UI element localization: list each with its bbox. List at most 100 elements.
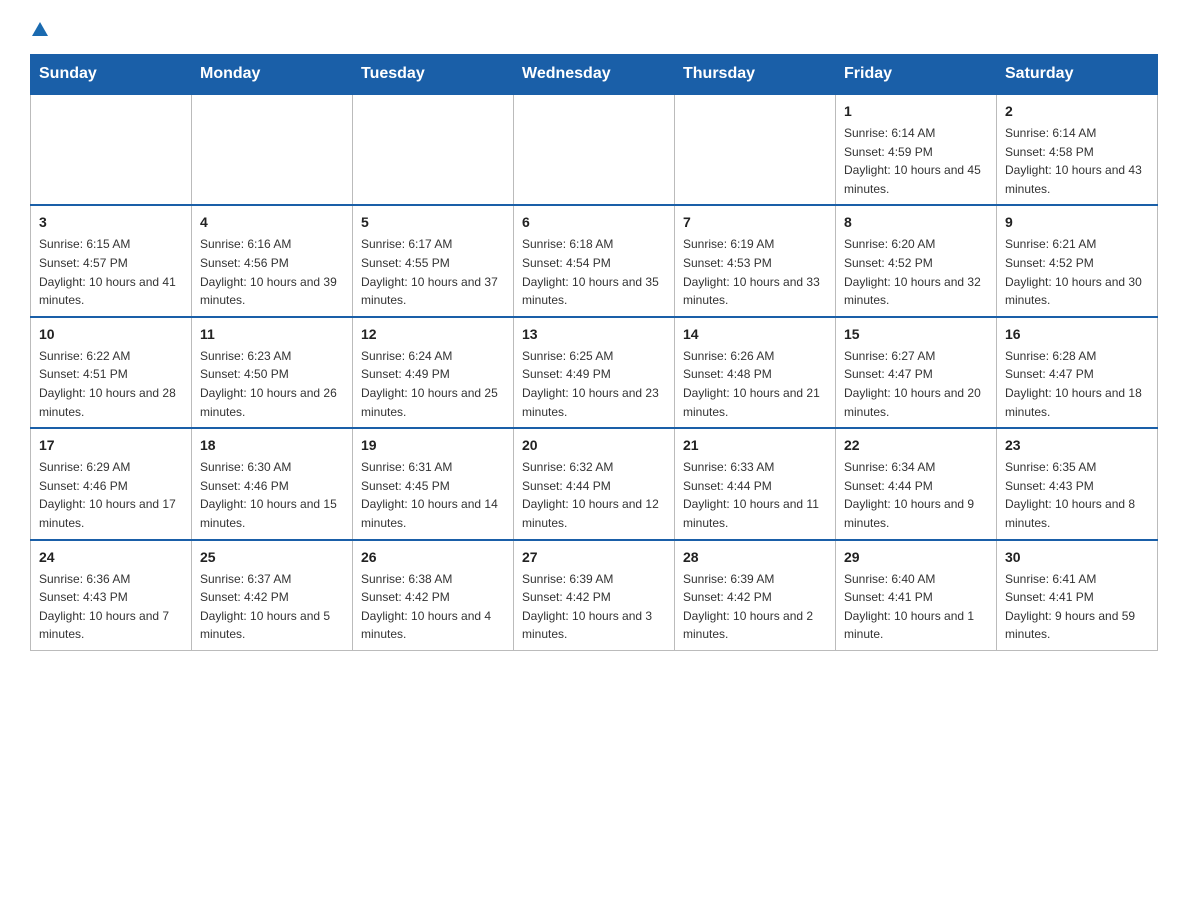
day-info: Sunrise: 6:31 AMSunset: 4:45 PMDaylight:…	[361, 458, 505, 532]
col-thursday: Thursday	[675, 55, 836, 95]
table-row: 24Sunrise: 6:36 AMSunset: 4:43 PMDayligh…	[31, 540, 192, 651]
day-number: 18	[200, 435, 344, 456]
day-number: 15	[844, 324, 988, 345]
day-number: 28	[683, 547, 827, 568]
day-number: 13	[522, 324, 666, 345]
day-info: Sunrise: 6:28 AMSunset: 4:47 PMDaylight:…	[1005, 347, 1149, 421]
calendar-body: 1Sunrise: 6:14 AMSunset: 4:59 PMDaylight…	[31, 94, 1158, 650]
table-row: 2Sunrise: 6:14 AMSunset: 4:58 PMDaylight…	[997, 94, 1158, 205]
table-row: 14Sunrise: 6:26 AMSunset: 4:48 PMDayligh…	[675, 317, 836, 428]
day-info: Sunrise: 6:39 AMSunset: 4:42 PMDaylight:…	[683, 570, 827, 644]
table-row: 6Sunrise: 6:18 AMSunset: 4:54 PMDaylight…	[514, 205, 675, 316]
day-info: Sunrise: 6:37 AMSunset: 4:42 PMDaylight:…	[200, 570, 344, 644]
day-number: 22	[844, 435, 988, 456]
table-row	[31, 94, 192, 205]
table-row: 19Sunrise: 6:31 AMSunset: 4:45 PMDayligh…	[353, 428, 514, 539]
calendar-week-row: 3Sunrise: 6:15 AMSunset: 4:57 PMDaylight…	[31, 205, 1158, 316]
table-row	[675, 94, 836, 205]
day-info: Sunrise: 6:23 AMSunset: 4:50 PMDaylight:…	[200, 347, 344, 421]
table-row: 29Sunrise: 6:40 AMSunset: 4:41 PMDayligh…	[836, 540, 997, 651]
day-number: 14	[683, 324, 827, 345]
day-number: 26	[361, 547, 505, 568]
day-info: Sunrise: 6:25 AMSunset: 4:49 PMDaylight:…	[522, 347, 666, 421]
table-row: 1Sunrise: 6:14 AMSunset: 4:59 PMDaylight…	[836, 94, 997, 205]
day-number: 3	[39, 212, 183, 233]
day-number: 5	[361, 212, 505, 233]
table-row: 4Sunrise: 6:16 AMSunset: 4:56 PMDaylight…	[192, 205, 353, 316]
day-number: 17	[39, 435, 183, 456]
day-info: Sunrise: 6:39 AMSunset: 4:42 PMDaylight:…	[522, 570, 666, 644]
day-number: 25	[200, 547, 344, 568]
table-row: 9Sunrise: 6:21 AMSunset: 4:52 PMDaylight…	[997, 205, 1158, 316]
table-row: 5Sunrise: 6:17 AMSunset: 4:55 PMDaylight…	[353, 205, 514, 316]
table-row: 23Sunrise: 6:35 AMSunset: 4:43 PMDayligh…	[997, 428, 1158, 539]
header-row: Sunday Monday Tuesday Wednesday Thursday…	[31, 55, 1158, 95]
day-number: 11	[200, 324, 344, 345]
day-info: Sunrise: 6:34 AMSunset: 4:44 PMDaylight:…	[844, 458, 988, 532]
table-row	[192, 94, 353, 205]
page-header	[30, 20, 1158, 36]
table-row: 13Sunrise: 6:25 AMSunset: 4:49 PMDayligh…	[514, 317, 675, 428]
day-info: Sunrise: 6:24 AMSunset: 4:49 PMDaylight:…	[361, 347, 505, 421]
day-number: 27	[522, 547, 666, 568]
col-friday: Friday	[836, 55, 997, 95]
day-info: Sunrise: 6:17 AMSunset: 4:55 PMDaylight:…	[361, 235, 505, 309]
day-info: Sunrise: 6:30 AMSunset: 4:46 PMDaylight:…	[200, 458, 344, 532]
table-row: 30Sunrise: 6:41 AMSunset: 4:41 PMDayligh…	[997, 540, 1158, 651]
day-number: 16	[1005, 324, 1149, 345]
day-info: Sunrise: 6:18 AMSunset: 4:54 PMDaylight:…	[522, 235, 666, 309]
table-row: 22Sunrise: 6:34 AMSunset: 4:44 PMDayligh…	[836, 428, 997, 539]
col-saturday: Saturday	[997, 55, 1158, 95]
day-number: 12	[361, 324, 505, 345]
calendar-week-row: 17Sunrise: 6:29 AMSunset: 4:46 PMDayligh…	[31, 428, 1158, 539]
table-row: 21Sunrise: 6:33 AMSunset: 4:44 PMDayligh…	[675, 428, 836, 539]
day-info: Sunrise: 6:26 AMSunset: 4:48 PMDaylight:…	[683, 347, 827, 421]
day-number: 4	[200, 212, 344, 233]
table-row: 16Sunrise: 6:28 AMSunset: 4:47 PMDayligh…	[997, 317, 1158, 428]
day-number: 19	[361, 435, 505, 456]
day-number: 8	[844, 212, 988, 233]
day-number: 6	[522, 212, 666, 233]
day-info: Sunrise: 6:19 AMSunset: 4:53 PMDaylight:…	[683, 235, 827, 309]
day-info: Sunrise: 6:41 AMSunset: 4:41 PMDaylight:…	[1005, 570, 1149, 644]
day-number: 10	[39, 324, 183, 345]
table-row: 8Sunrise: 6:20 AMSunset: 4:52 PMDaylight…	[836, 205, 997, 316]
logo-triangle-icon	[31, 20, 49, 38]
day-number: 24	[39, 547, 183, 568]
calendar-header: Sunday Monday Tuesday Wednesday Thursday…	[31, 55, 1158, 95]
day-info: Sunrise: 6:20 AMSunset: 4:52 PMDaylight:…	[844, 235, 988, 309]
day-info: Sunrise: 6:22 AMSunset: 4:51 PMDaylight:…	[39, 347, 183, 421]
table-row: 12Sunrise: 6:24 AMSunset: 4:49 PMDayligh…	[353, 317, 514, 428]
day-info: Sunrise: 6:27 AMSunset: 4:47 PMDaylight:…	[844, 347, 988, 421]
calendar-week-row: 1Sunrise: 6:14 AMSunset: 4:59 PMDaylight…	[31, 94, 1158, 205]
col-tuesday: Tuesday	[353, 55, 514, 95]
day-info: Sunrise: 6:29 AMSunset: 4:46 PMDaylight:…	[39, 458, 183, 532]
table-row: 28Sunrise: 6:39 AMSunset: 4:42 PMDayligh…	[675, 540, 836, 651]
col-sunday: Sunday	[31, 55, 192, 95]
day-number: 1	[844, 101, 988, 122]
col-monday: Monday	[192, 55, 353, 95]
table-row: 3Sunrise: 6:15 AMSunset: 4:57 PMDaylight…	[31, 205, 192, 316]
day-info: Sunrise: 6:32 AMSunset: 4:44 PMDaylight:…	[522, 458, 666, 532]
logo-text	[30, 20, 50, 38]
table-row: 27Sunrise: 6:39 AMSunset: 4:42 PMDayligh…	[514, 540, 675, 651]
day-number: 30	[1005, 547, 1149, 568]
day-number: 9	[1005, 212, 1149, 233]
table-row	[514, 94, 675, 205]
logo	[30, 20, 50, 36]
day-number: 7	[683, 212, 827, 233]
table-row: 25Sunrise: 6:37 AMSunset: 4:42 PMDayligh…	[192, 540, 353, 651]
calendar-table: Sunday Monday Tuesday Wednesday Thursday…	[30, 54, 1158, 651]
day-info: Sunrise: 6:33 AMSunset: 4:44 PMDaylight:…	[683, 458, 827, 532]
calendar-week-row: 24Sunrise: 6:36 AMSunset: 4:43 PMDayligh…	[31, 540, 1158, 651]
day-number: 23	[1005, 435, 1149, 456]
day-info: Sunrise: 6:16 AMSunset: 4:56 PMDaylight:…	[200, 235, 344, 309]
day-number: 2	[1005, 101, 1149, 122]
day-info: Sunrise: 6:35 AMSunset: 4:43 PMDaylight:…	[1005, 458, 1149, 532]
day-info: Sunrise: 6:21 AMSunset: 4:52 PMDaylight:…	[1005, 235, 1149, 309]
calendar-week-row: 10Sunrise: 6:22 AMSunset: 4:51 PMDayligh…	[31, 317, 1158, 428]
table-row: 26Sunrise: 6:38 AMSunset: 4:42 PMDayligh…	[353, 540, 514, 651]
day-info: Sunrise: 6:38 AMSunset: 4:42 PMDaylight:…	[361, 570, 505, 644]
table-row: 17Sunrise: 6:29 AMSunset: 4:46 PMDayligh…	[31, 428, 192, 539]
table-row: 20Sunrise: 6:32 AMSunset: 4:44 PMDayligh…	[514, 428, 675, 539]
